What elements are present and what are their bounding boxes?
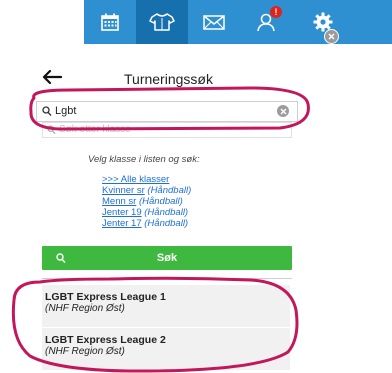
page-title: Turneringssøk bbox=[124, 71, 213, 87]
search-input[interactable] bbox=[55, 103, 275, 119]
result-name: LGBT Express League 2 bbox=[45, 334, 166, 346]
search-icon bbox=[47, 125, 56, 135]
clear-search-icon[interactable] bbox=[277, 105, 289, 117]
nav-tab-settings[interactable] bbox=[292, 0, 392, 44]
result-item[interactable]: LGBT Express League 1 (NHF Region Øst) bbox=[42, 285, 290, 327]
search-icon bbox=[42, 106, 52, 117]
class-link[interactable]: Jenter 19 bbox=[102, 207, 142, 218]
mail-icon bbox=[203, 15, 225, 30]
search-button-label: Søk bbox=[156, 252, 178, 264]
nav-tab-messages[interactable] bbox=[188, 0, 240, 44]
close-icon[interactable] bbox=[324, 29, 339, 44]
class-filter-input[interactable] bbox=[59, 123, 279, 136]
calendar-icon bbox=[101, 13, 119, 31]
class-item-jenter-17[interactable]: Jenter 17 (Håndball) bbox=[102, 218, 191, 229]
search-field[interactable] bbox=[36, 101, 298, 122]
nav-tab-profile[interactable]: ! bbox=[240, 0, 292, 44]
back-arrow-icon[interactable] bbox=[42, 70, 62, 84]
notification-badge: ! bbox=[270, 6, 282, 18]
result-region: (NHF Region Øst) bbox=[45, 303, 125, 314]
jersey-icon bbox=[149, 13, 175, 31]
class-hint: Velg klasse i listen og søk: bbox=[88, 154, 200, 165]
nav-tab-calendar[interactable] bbox=[84, 0, 136, 44]
divider bbox=[42, 278, 292, 279]
nav-tab-teams[interactable] bbox=[136, 0, 188, 44]
class-sport: (Håndball) bbox=[144, 207, 189, 218]
class-link[interactable]: Kvinner sr bbox=[102, 185, 145, 196]
class-link[interactable]: >>> Alle klasser bbox=[102, 174, 169, 185]
result-region: (NHF Region Øst) bbox=[45, 346, 125, 357]
class-item-menn-sr[interactable]: Menn sr (Håndball) bbox=[102, 196, 191, 207]
search-button[interactable]: Søk bbox=[42, 246, 292, 270]
class-filter-field[interactable] bbox=[42, 122, 292, 138]
class-item-jenter-19[interactable]: Jenter 19 (Håndball) bbox=[102, 207, 191, 218]
class-link[interactable]: Menn sr bbox=[102, 196, 136, 207]
top-nav: ! bbox=[84, 0, 392, 44]
class-sport: (Håndball) bbox=[147, 185, 192, 196]
result-item[interactable]: LGBT Express League 2 (NHF Region Øst) bbox=[42, 328, 290, 370]
result-name: LGBT Express League 1 bbox=[45, 291, 166, 303]
class-link[interactable]: Jenter 17 bbox=[102, 218, 142, 229]
class-sport: (Håndball) bbox=[144, 218, 189, 229]
class-item-all[interactable]: >>> Alle klasser bbox=[102, 174, 191, 185]
class-item-kvinner-sr[interactable]: Kvinner sr (Håndball) bbox=[102, 185, 191, 196]
class-list: >>> Alle klasser Kvinner sr (Håndball) M… bbox=[102, 174, 191, 229]
class-sport: (Håndball) bbox=[138, 196, 183, 207]
